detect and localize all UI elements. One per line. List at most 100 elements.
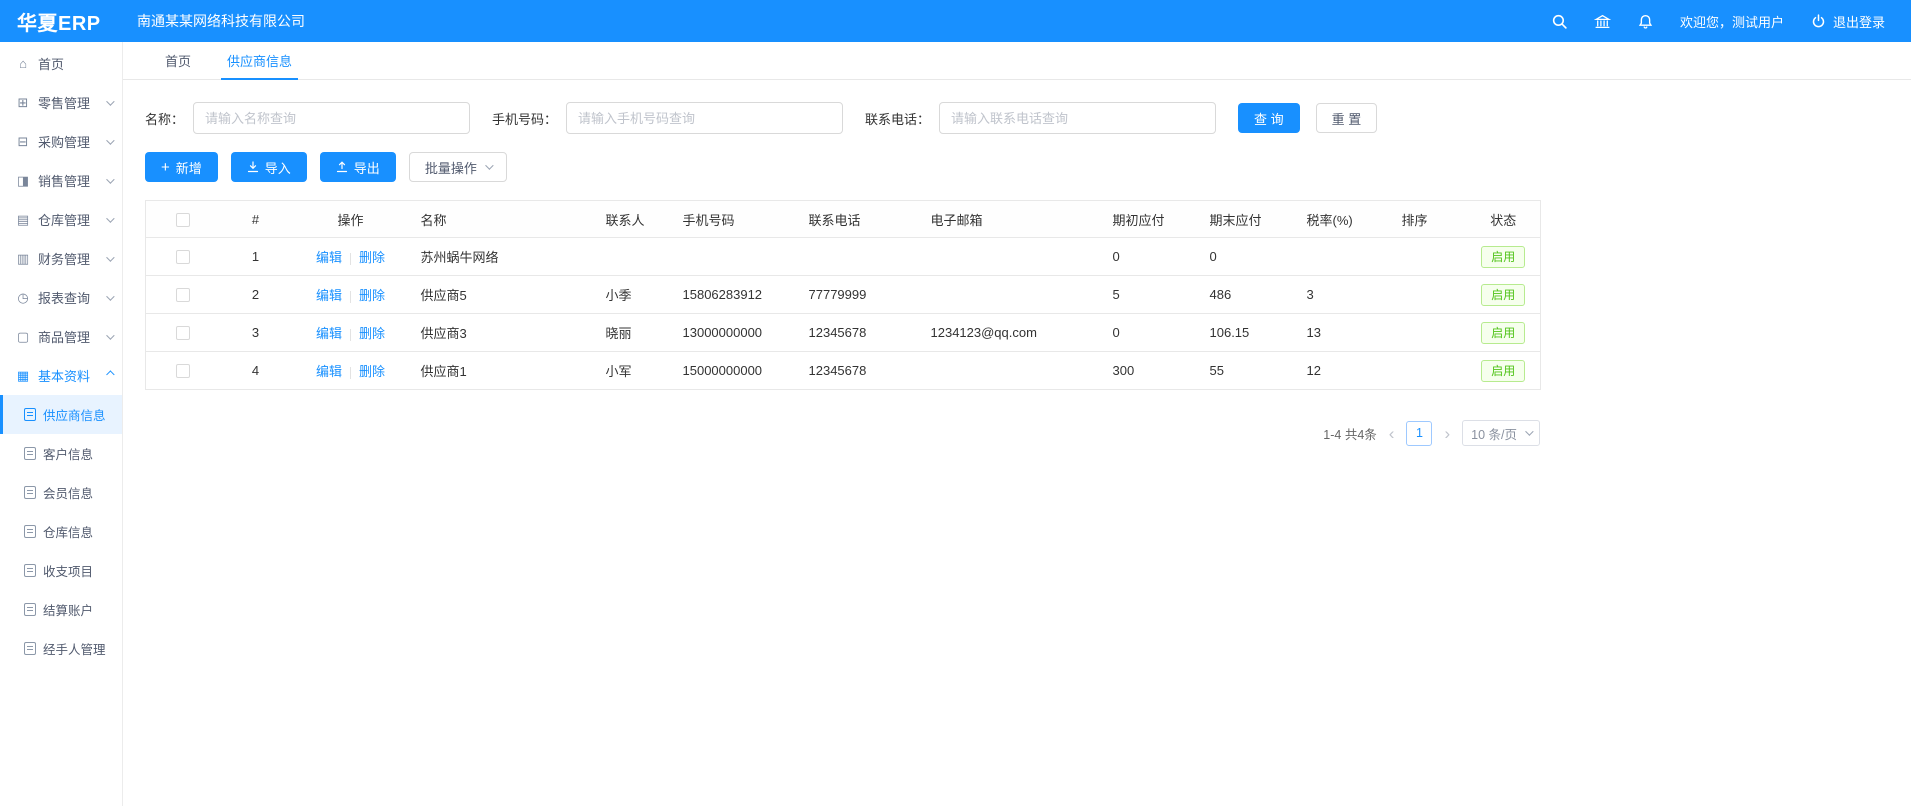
name-filter-input[interactable] [193,102,470,134]
edit-link[interactable]: 编辑 [316,364,342,379]
phone-filter-label: 手机号码： [492,109,557,128]
sidebar-item-warehouse[interactable]: ▤ 仓库管理 [0,200,122,239]
edit-link[interactable]: 编辑 [316,250,342,265]
status-badge: 启用 [1481,284,1525,306]
prev-page-icon[interactable]: ‹ [1387,425,1397,442]
sidebar-item-label: 报表查询 [38,288,90,307]
row-index: 3 [221,314,291,352]
finance-icon: ▥ [15,251,31,267]
select-all-checkbox[interactable] [176,213,190,227]
cell-begin-payable: 0 [1103,238,1200,276]
name-filter-group: 名称： [145,102,470,134]
cell-sort [1392,314,1467,352]
header-right: 欢迎您，测试用户 退出登录 [1551,12,1911,31]
table-row: 1 编辑删除 苏州蜗牛网络 0 0 启用 [146,238,1541,276]
page-size-select[interactable]: 10 条/页 [1462,420,1540,446]
sidebar-item-reports[interactable]: ◷ 报表查询 [0,278,122,317]
tab-supplier-info[interactable]: 供应商信息 [209,42,310,79]
cell-tax-rate [1297,238,1392,276]
logout-button[interactable]: 退出登录 [1810,12,1885,31]
delete-link[interactable]: 删除 [359,288,385,303]
sidebar-subitem-label: 仓库信息 [43,522,93,541]
tab-bar: 首页 供应商信息 [123,42,1911,80]
phone-filter-input[interactable] [566,102,843,134]
edit-link[interactable]: 编辑 [316,288,342,303]
reset-button[interactable]: 重 置 [1316,103,1378,133]
add-button[interactable]: + 新增 [145,152,218,182]
app-logo: 华夏ERP [0,7,123,36]
row-actions: 编辑 删除 [291,314,411,352]
cell-begin-payable: 300 [1103,352,1200,390]
page-number-button[interactable]: 1 [1406,421,1432,446]
sidebar-item-warehouse-info[interactable]: 仓库信息 [0,512,122,551]
tel-filter-input[interactable] [939,102,1216,134]
sidebar-item-label: 商品管理 [38,327,90,346]
col-sort: 排序 [1392,201,1467,238]
sidebar-item-label: 销售管理 [38,171,90,190]
sidebar-item-basedata[interactable]: ▦ 基本资料 [0,356,122,395]
chevron-down-icon [485,161,493,169]
sidebar-item-sales[interactable]: ◨ 销售管理 [0,161,122,200]
tel-filter-group: 联系电话： [865,102,1216,134]
chevron-down-icon [106,175,114,183]
sidebar-item-member-info[interactable]: 会员信息 [0,473,122,512]
row-checkbox[interactable] [176,288,190,302]
bank-icon[interactable] [1594,13,1611,30]
search-icon[interactable] [1551,13,1568,30]
status-badge: 启用 [1481,246,1525,268]
search-button[interactable]: 查 询 [1238,103,1300,133]
sidebar-item-handler-manage[interactable]: 经手人管理 [0,629,122,668]
basedata-icon: ▦ [15,368,31,384]
pagination: 1-4 共4条 ‹ 1 › 10 条/页 [145,420,1540,446]
export-button[interactable]: 导出 [320,152,396,182]
sidebar-item-inout-items[interactable]: 收支项目 [0,551,122,590]
delete-link[interactable]: 删除 [359,364,385,379]
edit-link[interactable]: 编辑 [316,326,342,341]
row-checkbox[interactable] [176,326,190,340]
row-index: 2 [221,276,291,314]
export-icon [336,161,348,173]
chevron-down-icon [106,292,114,300]
col-tel: 联系电话 [799,201,921,238]
tab-home[interactable]: 首页 [147,42,209,79]
cell-tax-rate: 12 [1297,352,1392,390]
divider [350,367,351,379]
batch-actions-dropdown[interactable]: 批量操作 [409,152,507,182]
cell-tel: 12345678 [799,352,921,390]
cell-phone: 15000000000 [673,352,799,390]
page-size-label: 10 条/页 [1471,424,1517,443]
cell-email: 1234123@qq.com [921,314,1103,352]
delete-link[interactable]: 删除 [359,250,385,265]
delete-link[interactable]: 删除 [359,326,385,341]
next-page-icon[interactable]: › [1442,425,1452,442]
row-actions: 编辑 删除 [291,276,411,314]
sidebar-item-purchase[interactable]: ⊟ 采购管理 [0,122,122,161]
document-icon [24,525,36,538]
document-icon [24,642,36,655]
home-icon: ⌂ [15,56,31,71]
cell-begin-payable: 5 [1103,276,1200,314]
cell-tel: 77779999 [799,276,921,314]
sidebar-item-label: 采购管理 [38,132,90,151]
sidebar-item-supplier-info[interactable]: 供应商信息 [0,395,122,434]
col-end-payable: 期末应付 [1200,201,1297,238]
import-button-label: 导入 [265,158,291,177]
chevron-down-icon [106,214,114,222]
cell-contact: 小季 [596,276,673,314]
sidebar-item-finance[interactable]: ▥ 财务管理 [0,239,122,278]
bell-icon[interactable] [1637,13,1654,30]
row-checkbox[interactable] [176,364,190,378]
sidebar-item-settle-account[interactable]: 结算账户 [0,590,122,629]
row-checkbox[interactable] [176,250,190,264]
chevron-down-icon [106,331,114,339]
document-icon [24,486,36,499]
import-button[interactable]: 导入 [231,152,307,182]
cell-phone: 15806283912 [673,276,799,314]
sidebar-item-home[interactable]: ⌂ 首页 [0,44,122,83]
sidebar-item-retail[interactable]: ⊞ 零售管理 [0,83,122,122]
sidebar-item-goods[interactable]: ▢ 商品管理 [0,317,122,356]
cell-tax-rate: 13 [1297,314,1392,352]
cell-phone: 13000000000 [673,314,799,352]
col-status: 状态 [1467,201,1541,238]
sidebar-item-customer-info[interactable]: 客户信息 [0,434,122,473]
